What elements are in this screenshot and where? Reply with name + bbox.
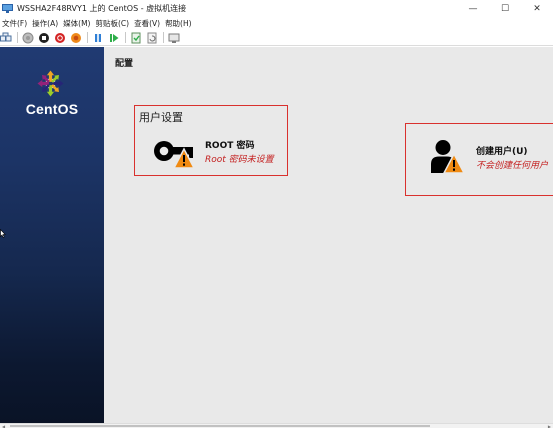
spoke-name: ROOT 密码 [205,141,255,151]
start-icon[interactable] [22,32,34,44]
spoke-name: 创建用户(U) [476,147,528,157]
revert-icon[interactable] [146,32,158,44]
scroll-left-icon[interactable]: ◀ [2,424,5,428]
vm-display[interactable]: CentOS 配置 用户设置 ROOT 密码 Root 密码未设置 创建用户(U… [0,47,553,423]
section-title: 用户设置 [139,111,183,124]
mouse-cursor-icon [0,229,6,238]
key-warning-icon [153,138,196,170]
menu-bar: 文件(F) 操作(A) 媒体(M) 剪贴板(C) 查看(V) 帮助(H) [0,17,553,30]
shutdown-icon[interactable] [54,32,66,44]
horizontal-scrollbar[interactable]: ◀ ▶ [0,423,553,428]
menu-media[interactable]: 媒体(M) [61,18,92,29]
menu-help[interactable]: 帮助(H) [163,18,194,29]
installer-sidebar: CentOS [0,47,104,423]
spoke-status: Root 密码未设置 [205,155,274,165]
maximize-button[interactable]: ☐ [489,0,521,17]
scroll-right-icon[interactable]: ▶ [548,424,551,428]
page-title: 配置 [115,59,134,69]
root-password-spoke[interactable]: ROOT 密码 Root 密码未设置 [153,138,274,170]
title-bar[interactable]: WSSHA2F48RVY1 上的 CentOS - 虚拟机连接 — ☐ ✕ [0,0,553,17]
user-warning-icon [431,139,466,175]
close-button[interactable]: ✕ [521,0,553,17]
resume-icon[interactable] [108,32,120,44]
toolbar-separator [163,32,164,43]
toolbar-separator [87,32,88,43]
enhanced-session-icon[interactable] [168,32,180,44]
create-user-text: 创建用户(U) 不会创建任何用户 [476,144,548,171]
turn-off-icon[interactable] [38,32,50,44]
toolbar-separator [125,32,126,43]
create-user-spoke[interactable]: 创建用户(U) 不会创建任何用户 [431,139,548,175]
toolbar-separator [17,32,18,43]
centos-logo-icon [37,70,64,97]
save-icon[interactable] [70,32,82,44]
vm-connection-window: WSSHA2F48RVY1 上的 CentOS - 虚拟机连接 — ☐ ✕ 文件… [0,0,553,428]
user-settings-section: 用户设置 ROOT 密码 Root 密码未设置 [134,105,288,176]
minimize-button[interactable]: — [457,0,489,17]
centos-brand: CentOS [25,101,79,117]
configuration-hub: 配置 用户设置 ROOT 密码 Root 密码未设置 创建用户(U) 不会创建任… [104,47,553,423]
ctrl-alt-del-icon[interactable] [0,32,12,44]
menu-view[interactable]: 查看(V) [132,18,162,29]
create-user-box: 创建用户(U) 不会创建任何用户 [405,123,553,196]
menu-file[interactable]: 文件(F) [0,18,29,29]
toolbar [0,30,553,46]
vm-monitor-icon [2,4,13,13]
window-title: WSSHA2F48RVY1 上的 CentOS - 虚拟机连接 [17,4,187,13]
window-controls: — ☐ ✕ [457,0,553,17]
menu-action[interactable]: 操作(A) [30,18,60,29]
root-password-text: ROOT 密码 Root 密码未设置 [205,138,274,165]
menu-clipboard[interactable]: 剪贴板(C) [93,18,131,29]
pause-icon[interactable] [92,32,104,44]
spoke-status: 不会创建任何用户 [476,161,549,171]
checkpoint-icon[interactable] [130,32,142,44]
scrollbar-thumb[interactable] [10,425,430,427]
